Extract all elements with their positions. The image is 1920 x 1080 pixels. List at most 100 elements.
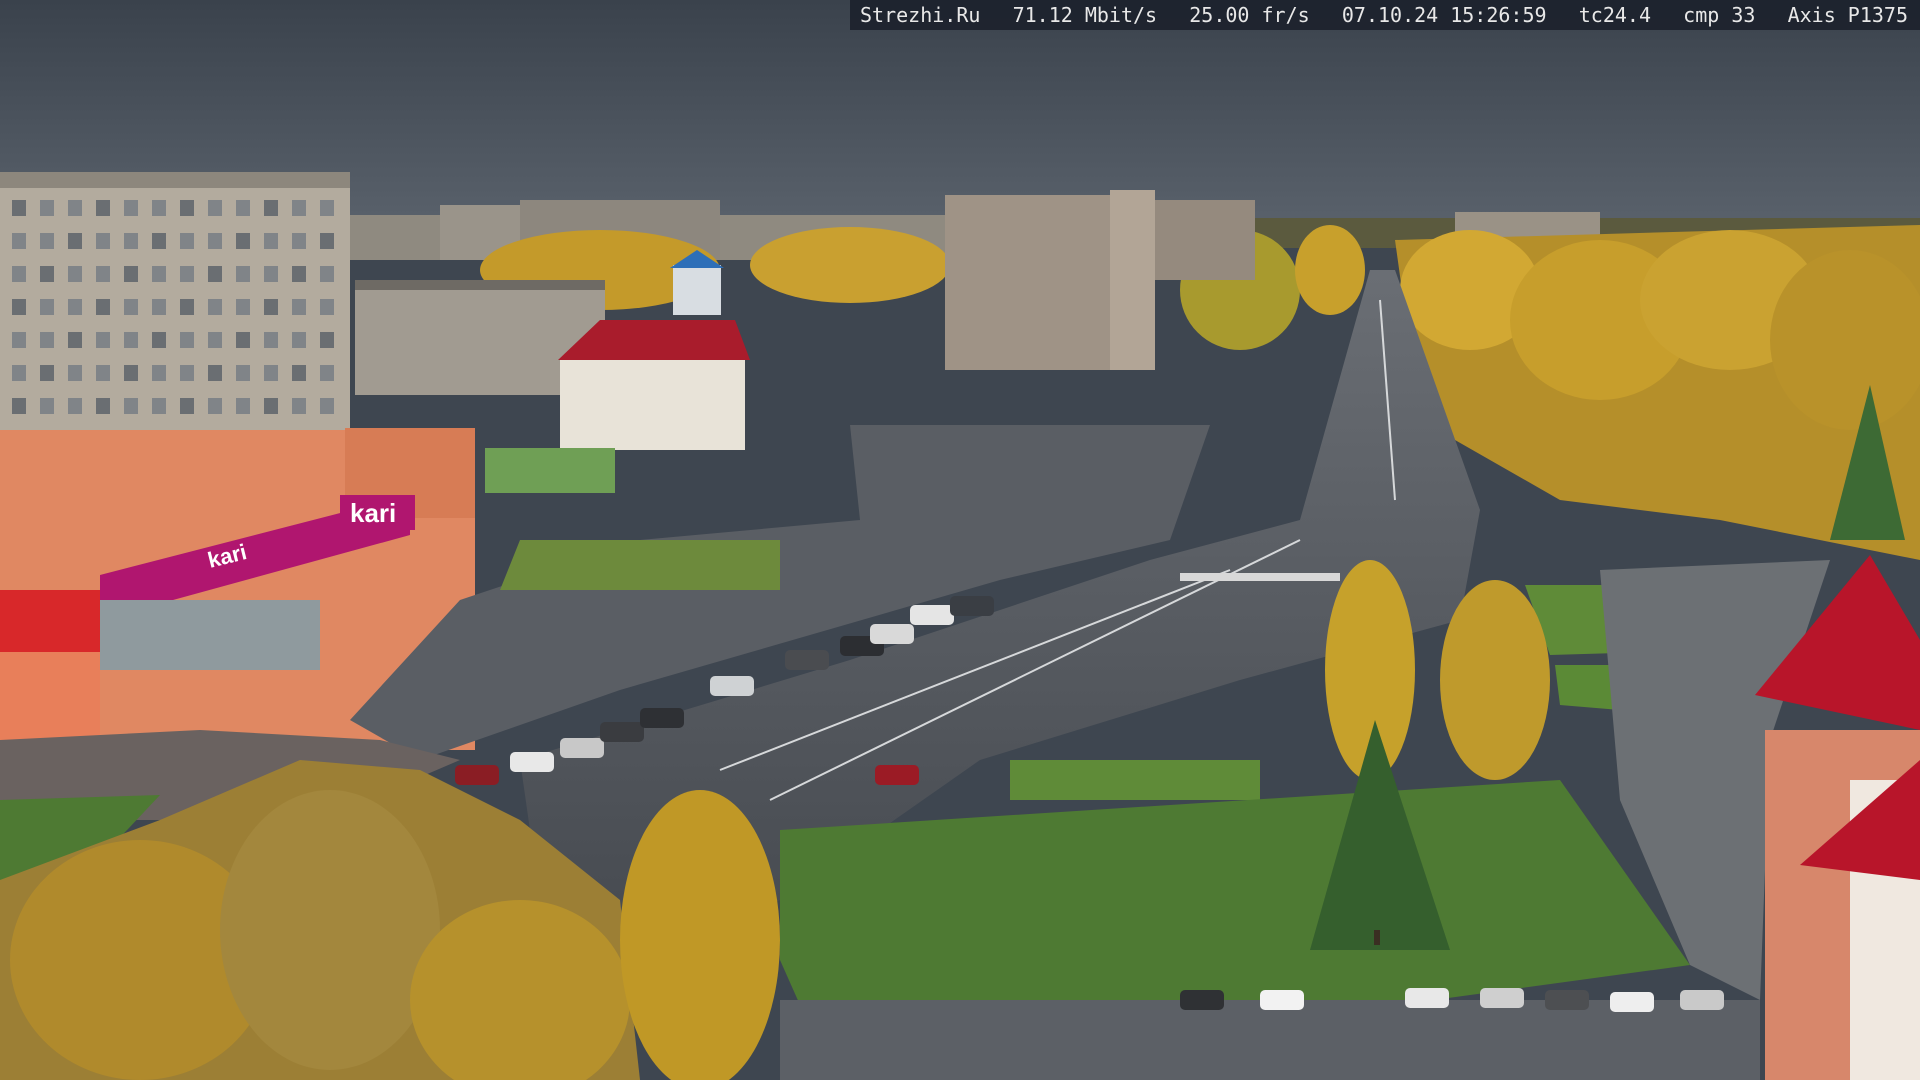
window — [236, 266, 250, 282]
window — [12, 365, 26, 381]
camera-status-overlay: Strezhi.Ru 71.12 Mbit/s 25.00 fr/s 07.10… — [850, 0, 1920, 30]
window — [320, 299, 334, 315]
window — [180, 299, 194, 315]
window — [264, 398, 278, 414]
window — [208, 266, 222, 282]
window — [292, 266, 306, 282]
window — [292, 200, 306, 216]
window — [320, 233, 334, 249]
bitrate-readout: 71.12 Mbit/s — [1012, 3, 1158, 27]
car — [1180, 990, 1224, 1010]
window — [236, 200, 250, 216]
window — [96, 266, 110, 282]
crosswalk — [1180, 573, 1340, 581]
car — [950, 596, 994, 616]
window — [68, 299, 82, 315]
window — [264, 299, 278, 315]
window — [320, 365, 334, 381]
window — [208, 365, 222, 381]
window — [180, 365, 194, 381]
site-name: Strezhi.Ru — [860, 3, 981, 27]
car — [455, 765, 499, 785]
window — [12, 266, 26, 282]
car — [785, 650, 829, 670]
window — [292, 332, 306, 348]
window — [264, 332, 278, 348]
window — [40, 233, 54, 249]
compression-readout: cmp 33 — [1683, 3, 1756, 27]
window — [236, 398, 250, 414]
window — [68, 233, 82, 249]
window — [12, 200, 26, 216]
window — [124, 332, 138, 348]
window — [124, 266, 138, 282]
window — [152, 332, 166, 348]
window — [320, 398, 334, 414]
window — [124, 398, 138, 414]
window — [320, 266, 334, 282]
window — [40, 200, 54, 216]
car — [600, 722, 644, 742]
car — [710, 676, 754, 696]
red-roof-building — [558, 320, 750, 450]
window — [124, 233, 138, 249]
window — [208, 233, 222, 249]
window — [208, 332, 222, 348]
window — [292, 299, 306, 315]
window — [68, 332, 82, 348]
window — [264, 233, 278, 249]
car — [1545, 990, 1589, 1010]
store-logo: kari — [350, 498, 396, 528]
window — [208, 200, 222, 216]
window — [124, 365, 138, 381]
window — [40, 398, 54, 414]
window — [12, 398, 26, 414]
window — [320, 332, 334, 348]
window — [12, 332, 26, 348]
car — [510, 752, 554, 772]
window — [96, 233, 110, 249]
window — [96, 200, 110, 216]
window — [96, 299, 110, 315]
camera-scene: kari kari — [0, 0, 1920, 1080]
bottom-parking — [780, 1000, 1760, 1080]
car — [560, 738, 604, 758]
window — [152, 266, 166, 282]
timestamp: 07.10.24 15:26:59 — [1341, 3, 1547, 27]
window — [152, 398, 166, 414]
window — [96, 398, 110, 414]
window — [264, 365, 278, 381]
window — [68, 266, 82, 282]
window — [180, 332, 194, 348]
car — [1610, 992, 1654, 1012]
window — [152, 299, 166, 315]
window — [208, 398, 222, 414]
window — [236, 332, 250, 348]
window — [152, 365, 166, 381]
framerate-readout: 25.00 fr/s — [1189, 3, 1310, 27]
camera-model: Axis P1375 — [1787, 3, 1908, 27]
green-kiosk — [485, 448, 615, 493]
window — [12, 233, 26, 249]
car — [870, 624, 914, 644]
window — [40, 365, 54, 381]
window — [12, 299, 26, 315]
tc-readout: tc24.4 — [1578, 3, 1651, 27]
window — [68, 200, 82, 216]
window — [40, 266, 54, 282]
car — [1480, 988, 1524, 1008]
car — [1405, 988, 1449, 1008]
car — [640, 708, 684, 728]
window — [236, 233, 250, 249]
window — [152, 200, 166, 216]
window — [96, 332, 110, 348]
window — [320, 200, 334, 216]
window — [68, 365, 82, 381]
window — [68, 398, 82, 414]
window — [180, 266, 194, 282]
window — [264, 200, 278, 216]
window — [208, 299, 222, 315]
car — [1680, 990, 1724, 1010]
window — [180, 398, 194, 414]
window — [236, 299, 250, 315]
